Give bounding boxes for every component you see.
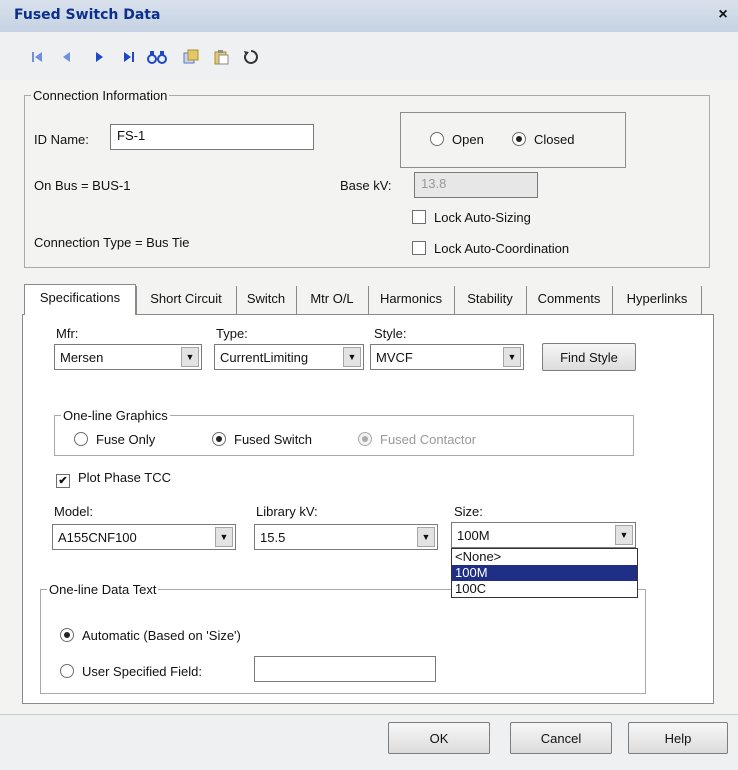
fused-contactor-radio: Fused Contactor [358, 432, 476, 447]
close-icon[interactable]: × [714, 6, 732, 24]
style-select[interactable]: MVCF ▼ [370, 344, 524, 370]
one-line-graphics-legend: One-line Graphics [63, 408, 168, 423]
mfr-select[interactable]: Mersen ▼ [54, 344, 202, 370]
fuse-only-label: Fuse Only [96, 432, 156, 447]
model-label: Model: [54, 504, 94, 519]
lock-auto-sizing-label: Lock Auto-Sizing [434, 210, 531, 225]
plot-phase-tcc-label: Plot Phase TCC [78, 470, 171, 485]
tab-stability[interactable]: Stability [454, 286, 525, 314]
fuse-only-radio[interactable]: Fuse Only [74, 432, 155, 447]
fused-switch-radio[interactable]: Fused Switch [212, 432, 312, 447]
chevron-down-icon[interactable]: ▼ [181, 347, 199, 367]
user-specified-label: User Specified Field: [82, 664, 202, 679]
lock-auto-coordination-box[interactable] [412, 241, 426, 255]
user-specified-radio[interactable]: User Specified Field: [60, 664, 202, 679]
find-style-button[interactable]: Find Style [542, 343, 636, 371]
find-icon[interactable] [146, 46, 168, 68]
chevron-down-icon[interactable]: ▼ [343, 347, 361, 367]
connection-type-text: Connection Type = Bus Tie [34, 235, 190, 250]
cancel-button[interactable]: Cancel [510, 722, 612, 754]
library-kv-value: 15.5 [260, 529, 286, 545]
window-title: Fused Switch Data [14, 7, 161, 23]
user-specified-radio-circle[interactable] [60, 664, 74, 678]
ok-button[interactable]: OK [388, 722, 490, 754]
check-icon[interactable]: ✔ [56, 474, 70, 488]
id-name-label: ID Name: [34, 132, 89, 147]
size-option[interactable]: <None> [452, 549, 637, 565]
one-line-data-text-legend: One-line Data Text [49, 582, 157, 597]
library-kv-select[interactable]: 15.5 ▼ [254, 524, 438, 550]
title-bar: Fused Switch Data × [0, 0, 738, 33]
automatic-radio[interactable]: Automatic (Based on 'Size') [60, 628, 241, 643]
size-dropdown-list: <None> 100M 100C [451, 548, 638, 598]
open-radio[interactable]: Open [430, 132, 484, 147]
tab-short-circuit[interactable]: Short Circuit [136, 286, 235, 314]
copy-icon[interactable] [180, 46, 202, 68]
size-option[interactable]: 100C [452, 581, 637, 597]
open-radio-circle[interactable] [430, 132, 444, 146]
navigation-toolbar [0, 32, 738, 80]
lock-auto-coordination-label: Lock Auto-Coordination [434, 241, 570, 256]
automatic-radio-circle[interactable] [60, 628, 74, 642]
help-button[interactable]: Help [628, 722, 728, 754]
tab-specifications[interactable]: Specifications [24, 284, 136, 315]
chevron-down-icon[interactable]: ▼ [615, 525, 633, 545]
type-select[interactable]: CurrentLimiting ▼ [214, 344, 364, 370]
closed-radio-circle[interactable] [512, 132, 526, 146]
automatic-label: Automatic (Based on 'Size') [82, 628, 241, 643]
user-specified-field[interactable] [254, 656, 436, 682]
previous-icon[interactable] [56, 46, 78, 68]
library-kv-label: Library kV: [256, 504, 318, 519]
plot-phase-tcc-checkbox[interactable]: ✔ Plot Phase TCC [56, 470, 171, 488]
chevron-down-icon[interactable]: ▼ [503, 347, 521, 367]
type-value: CurrentLimiting [220, 349, 309, 365]
paste-icon[interactable] [210, 46, 232, 68]
tab-hyperlinks[interactable]: Hyperlinks [612, 286, 702, 314]
last-icon[interactable] [118, 46, 140, 68]
undo-icon[interactable] [240, 46, 262, 68]
tab-switch[interactable]: Switch [236, 286, 295, 314]
size-option-selected[interactable]: 100M [452, 565, 637, 581]
open-label: Open [452, 132, 484, 147]
size-select[interactable]: 100M ▼ [451, 522, 636, 548]
style-value: MVCF [376, 349, 413, 365]
lock-auto-sizing-box[interactable] [412, 210, 426, 224]
model-select[interactable]: A155CNF100 ▼ [52, 524, 236, 550]
next-icon[interactable] [88, 46, 110, 68]
lock-auto-sizing-checkbox[interactable]: Lock Auto-Sizing [412, 210, 531, 225]
mfr-value: Mersen [60, 349, 104, 365]
tab-comments[interactable]: Comments [526, 286, 611, 314]
fused-switch-label: Fused Switch [234, 432, 313, 447]
fused-contactor-radio-circle [358, 432, 372, 446]
connection-information-legend: Connection Information [33, 88, 168, 103]
fused-contactor-label: Fused Contactor [380, 432, 477, 447]
mfr-label: Mfr: [56, 326, 79, 341]
model-value: A155CNF100 [58, 529, 137, 545]
closed-radio[interactable]: Closed [512, 132, 574, 147]
size-value: 100M [457, 527, 490, 543]
first-icon[interactable] [26, 46, 48, 68]
style-label: Style: [374, 326, 407, 341]
on-bus-text: On Bus = BUS-1 [34, 178, 131, 193]
base-kv-label: Base kV: [340, 178, 392, 193]
tab-mtr-ol[interactable]: Mtr O/L [296, 286, 367, 314]
base-kv-field: 13.8 [414, 172, 538, 198]
id-name-field[interactable]: FS-1 [110, 124, 314, 150]
size-label: Size: [454, 504, 483, 519]
lock-auto-coordination-checkbox[interactable]: Lock Auto-Coordination [412, 241, 569, 256]
closed-label: Closed [534, 132, 575, 147]
type-label: Type: [216, 326, 248, 341]
fused-switch-radio-circle[interactable] [212, 432, 226, 446]
fuse-only-radio-circle[interactable] [74, 432, 88, 446]
tab-harmonics[interactable]: Harmonics [368, 286, 453, 314]
chevron-down-icon[interactable]: ▼ [215, 527, 233, 547]
chevron-down-icon[interactable]: ▼ [417, 527, 435, 547]
